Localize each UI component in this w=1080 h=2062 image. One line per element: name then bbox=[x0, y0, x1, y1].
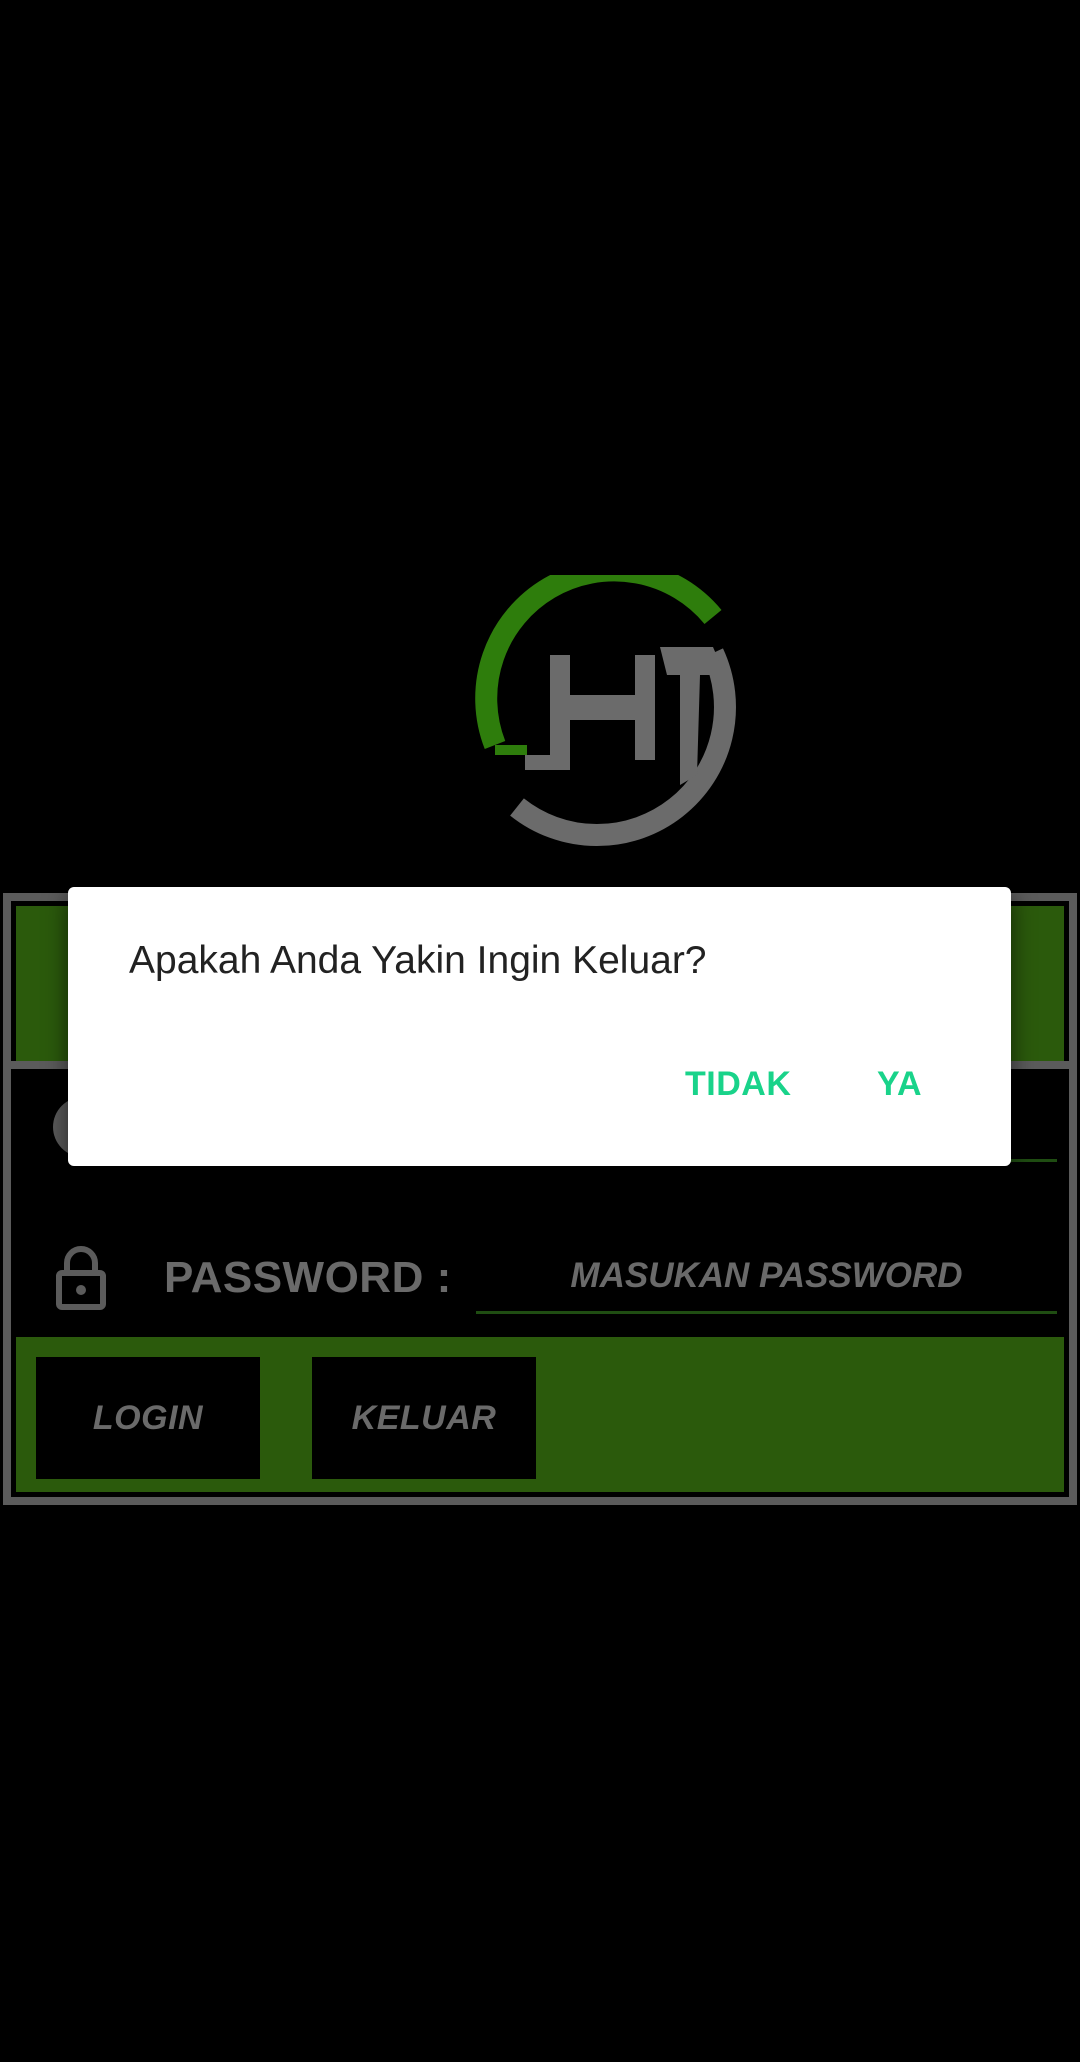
dialog-message: Apakah Anda Yakin Ingin Keluar? bbox=[129, 939, 707, 982]
password-label: PASSWORD : bbox=[164, 1253, 452, 1302]
lock-icon bbox=[56, 1246, 106, 1310]
password-input[interactable]: MASUKAN PASSWORD bbox=[476, 1241, 1057, 1314]
cancel-button[interactable]: TIDAK bbox=[685, 1065, 791, 1104]
exit-button[interactable]: KELUAR bbox=[312, 1357, 536, 1479]
password-row: PASSWORD : MASUKAN PASSWORD bbox=[11, 1221, 1069, 1331]
confirm-button[interactable]: YA bbox=[877, 1065, 922, 1104]
login-screen: PASSWORD : MASUKAN PASSWORD LOGIN KELUAR… bbox=[0, 0, 1080, 2062]
button-bar: LOGIN KELUAR bbox=[16, 1337, 1064, 1492]
app-logo bbox=[475, 575, 736, 847]
login-button[interactable]: LOGIN bbox=[36, 1357, 260, 1479]
exit-confirm-dialog: Apakah Anda Yakin Ingin Keluar? TIDAK YA bbox=[68, 887, 1011, 1166]
